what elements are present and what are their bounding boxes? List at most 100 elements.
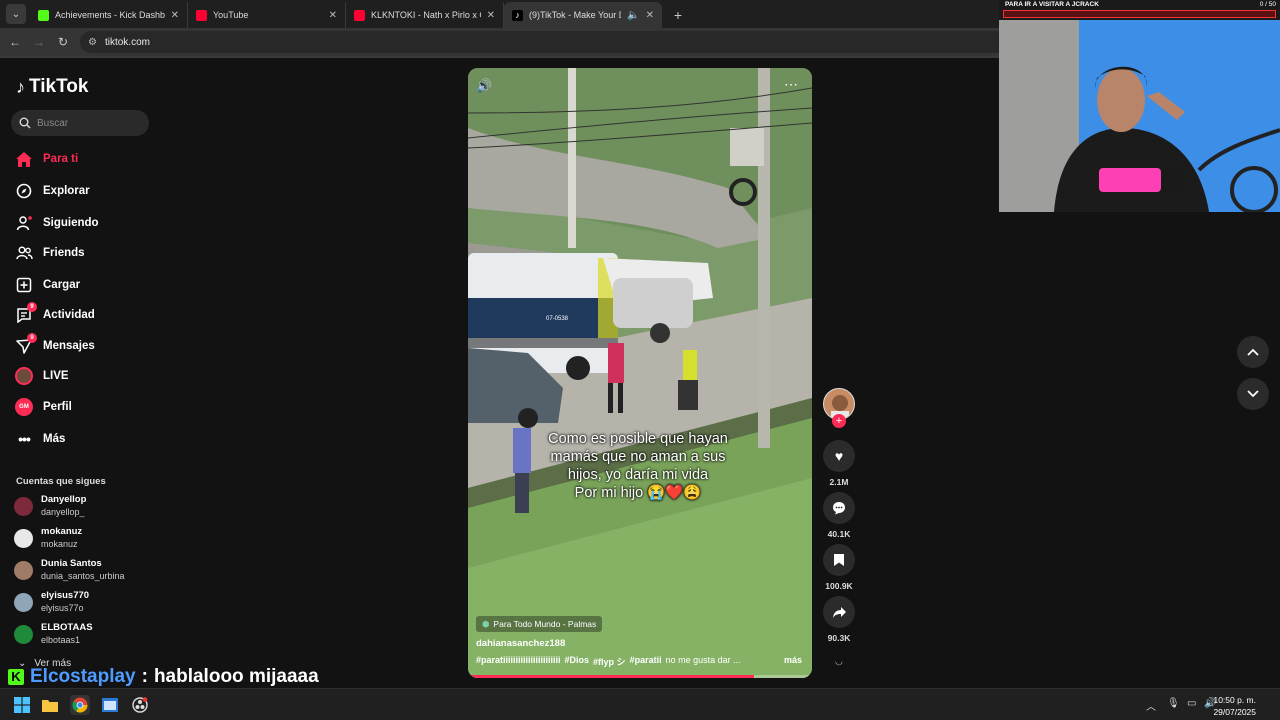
tab-search-chevron-icon[interactable]: ⌄ xyxy=(6,4,26,24)
hashtag-link[interactable]: #flyp シ xyxy=(593,655,626,668)
display-icon[interactable]: ▭ xyxy=(1187,698,1196,709)
volume-icon[interactable]: 🔊 xyxy=(476,78,492,94)
nav-label: Cargar xyxy=(43,279,81,291)
webcam-feed-image xyxy=(999,0,1280,212)
search-input[interactable]: Buscar xyxy=(11,110,149,136)
account-name: mokanuz xyxy=(41,526,83,537)
back-arrow-icon[interactable]: ← xyxy=(8,35,22,49)
close-tab-icon[interactable]: ✕ xyxy=(171,10,179,21)
video-author[interactable]: dahianasanchez188 xyxy=(476,638,565,649)
reload-icon[interactable]: ↻ xyxy=(56,35,70,49)
profile-icon: GM xyxy=(15,398,33,416)
nav-siguiendo[interactable]: Siguiendo xyxy=(15,214,99,232)
hashtag-link[interactable]: #Dios xyxy=(565,655,590,668)
tab-title: KLKNTOKI - Nath x Pirlo x Che... xyxy=(371,10,481,20)
hashtag-link[interactable]: #paratiiiiiiiiiiiiiiiiiiiiiii xyxy=(476,655,561,668)
tiktok-sidebar: ♪ TikTok Buscar Para ti Explorar Siguien… xyxy=(0,58,160,688)
nav-perfil[interactable]: GM Perfil xyxy=(15,398,72,416)
nav-actividad[interactable]: 9 Actividad xyxy=(15,302,95,324)
tab-klkntoki[interactable]: KLKNTOKI - Nath x Pirlo x Che... ✕ xyxy=(346,2,504,28)
app-window-icon[interactable] xyxy=(100,695,120,715)
nav-friends[interactable]: Friends xyxy=(15,244,85,262)
close-tab-icon[interactable]: ✕ xyxy=(329,10,337,21)
video-progress-bar[interactable] xyxy=(468,675,812,678)
previous-video-button[interactable] xyxy=(1237,336,1269,368)
messages-icon: 9 xyxy=(15,333,37,355)
system-clock[interactable]: 10:50 p. m. 29/07/2025 xyxy=(1213,694,1256,718)
followed-account-mokanuz[interactable]: mokanuz mokanuz xyxy=(14,526,82,550)
account-name: Danyellop xyxy=(41,494,87,505)
tiktok-logo[interactable]: ♪ TikTok xyxy=(16,76,88,98)
kick-logo-icon: K xyxy=(8,669,24,685)
stream-goal-bar: PARA IR A VISITAR A JCRACK 0 / 50 xyxy=(999,0,1280,20)
nav-para-ti[interactable]: Para ti xyxy=(15,150,78,168)
video-description: #paratiiiiiiiiiiiiiiiiiiiiiii #Dios #fly… xyxy=(476,655,806,668)
avatar xyxy=(14,560,33,580)
obs-icon[interactable] xyxy=(130,695,150,715)
tab-title: (9)TikTok - Make Your Day xyxy=(529,10,621,20)
tab-tiktok[interactable]: ♪ (9)TikTok - Make Your Day 🔈 ✕ xyxy=(504,2,662,28)
nav-label: Mensajes xyxy=(43,340,95,352)
nav-live[interactable]: LIVE xyxy=(15,367,69,385)
tab-youtube[interactable]: YouTube ✕ xyxy=(188,2,346,28)
close-tab-icon[interactable]: ✕ xyxy=(646,10,654,21)
heart-icon: ♥ xyxy=(834,448,844,464)
comment-button[interactable] xyxy=(823,492,855,524)
live-icon xyxy=(15,367,33,385)
more-icon: ••• xyxy=(18,431,31,447)
tiktok-favicon-icon: ♪ xyxy=(512,9,523,21)
tiktok-note-icon: ♪ xyxy=(16,76,25,97)
tab-kick-dashboard[interactable]: Achievements - Kick Dashboard ✕ xyxy=(30,2,188,28)
nav-explorar[interactable]: Explorar xyxy=(15,182,90,200)
chrome-taskbar-icon[interactable] xyxy=(70,695,90,715)
nav-label: Perfil xyxy=(43,401,72,413)
windows-start-icon[interactable] xyxy=(12,695,32,715)
site-info-icon[interactable]: ⚙ xyxy=(88,37,97,48)
search-icon xyxy=(19,117,31,129)
save-button[interactable] xyxy=(823,544,855,576)
chevron-up-icon xyxy=(1247,348,1259,356)
hashtag-link[interactable]: #paratii xyxy=(630,655,662,668)
followed-account-dunia-santos[interactable]: Dunia Santos dunia_santos_urbina xyxy=(14,558,125,582)
more-options-icon[interactable]: ⋯ xyxy=(784,76,798,93)
tray-chevron-up-icon[interactable]: ︿ xyxy=(1146,698,1156,713)
windows-taskbar: ︿ 🎙 ▭ 🔊 10:50 p. m. 29/07/2025 xyxy=(0,688,1280,720)
followed-account-danyellop[interactable]: Danyellop danyellop_ xyxy=(14,494,86,518)
nav-mensajes[interactable]: 9 Mensajes xyxy=(15,333,95,355)
caption-line: hijos, yo daría mi vida xyxy=(567,467,709,483)
share-button[interactable] xyxy=(823,596,855,628)
location-tag[interactable]: ⬢ Para Todo Mundo - Palmas xyxy=(476,616,603,632)
forward-arrow-icon[interactable]: → xyxy=(32,35,46,49)
nav-mas[interactable]: ••• Más xyxy=(15,430,65,448)
clock-date: 29/07/2025 xyxy=(1213,707,1256,717)
video-player[interactable]: 07-0538 🔊 ⋯ Como es posible que hayan ma… xyxy=(468,68,812,678)
avatar xyxy=(14,592,33,612)
caption-line: Por mi hijo 😭❤️😩 xyxy=(574,485,702,501)
next-video-button[interactable] xyxy=(1237,378,1269,410)
search-placeholder: Buscar xyxy=(37,117,69,129)
kick-favicon-icon xyxy=(38,9,49,21)
like-button[interactable]: ♥ xyxy=(823,440,855,472)
video-progress-fill xyxy=(468,675,754,678)
followed-account-elbotaas[interactable]: ELBOTAAS elbotaas1 xyxy=(14,622,93,646)
like-count: 2.1M xyxy=(829,477,849,487)
account-name: ELBOTAAS xyxy=(41,622,93,633)
video-frame-image: 07-0538 xyxy=(468,68,812,678)
follow-plus-icon[interactable]: + xyxy=(832,414,846,428)
nav-label: LIVE xyxy=(43,370,69,382)
nav-label: Explorar xyxy=(43,185,90,197)
webcam-overlay: PARA IR A VISITAR A JCRACK 0 / 50 xyxy=(999,0,1280,212)
following-heading: Cuentas que sigues xyxy=(16,476,106,487)
speaker-icon[interactable]: 🔈 xyxy=(627,10,639,21)
share-arrow-icon xyxy=(832,606,846,618)
close-tab-icon[interactable]: ✕ xyxy=(487,10,495,21)
followed-account-elyisus770[interactable]: elyisus770 elyisus77o xyxy=(14,590,89,614)
new-tab-plus-icon[interactable]: + xyxy=(668,7,688,23)
nav-cargar[interactable]: Cargar xyxy=(15,276,80,294)
video-caption: Como es posible que hayan mamás que no a… xyxy=(528,430,748,502)
nav-label: Más xyxy=(43,433,66,445)
microphone-icon[interactable]: 🎙 xyxy=(1167,698,1180,709)
more-description-button[interactable]: más xyxy=(784,655,802,665)
address-bar[interactable]: ⚙ tiktok.com xyxy=(80,31,1020,53)
file-explorer-icon[interactable] xyxy=(40,695,60,715)
